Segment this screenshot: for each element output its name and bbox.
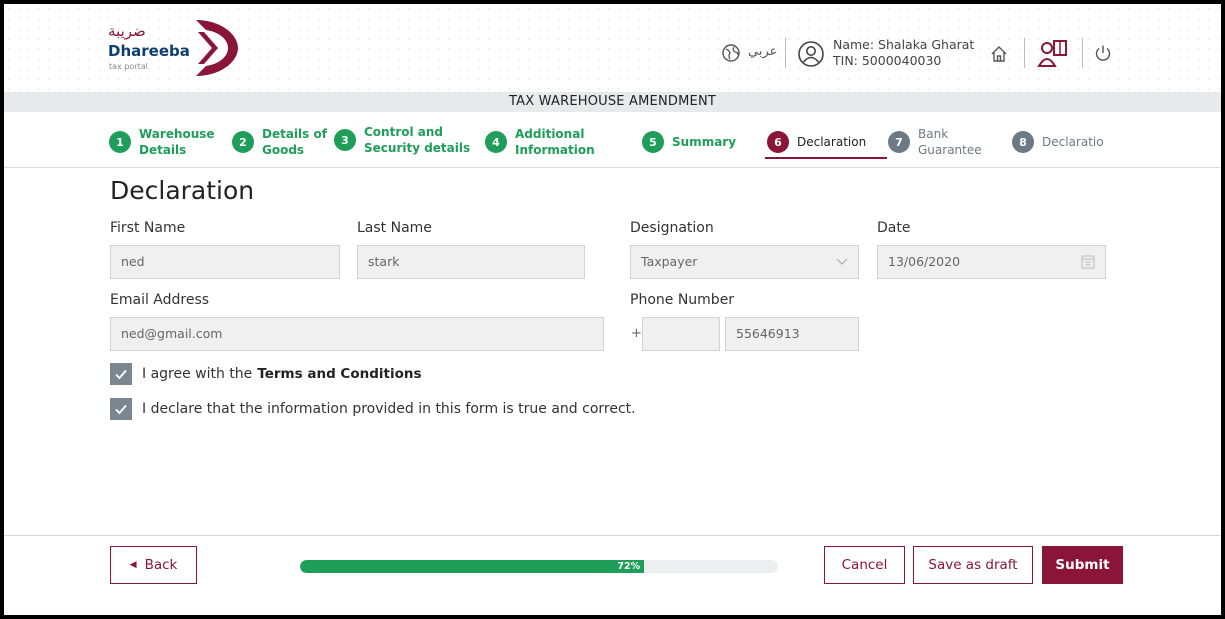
progress-fill: 72% [300, 560, 645, 573]
email-field[interactable]: ned@gmail.com [110, 317, 604, 351]
calendar-icon[interactable] [1081, 246, 1095, 290]
phone-number-field[interactable]: 55646913 [725, 317, 859, 351]
header: ضريبة Dhareeba tax portal عربي Name: Sha… [4, 4, 1221, 92]
chevron-down-icon [836, 246, 848, 290]
logo-mark-icon [196, 20, 238, 76]
step-declaration-active[interactable]: 6 Declaration [767, 122, 866, 162]
step-warehouse-details[interactable]: 1 Warehouse Details [109, 122, 215, 162]
last-name-label: Last Name [357, 220, 432, 236]
divider [1024, 38, 1025, 68]
step-label: Control and Security details [364, 125, 471, 155]
step-number: 2 [232, 131, 254, 153]
declaration-checkbox[interactable] [110, 398, 132, 420]
declaration-text: I declare that the information provided … [142, 401, 636, 417]
caret-left-icon: ◀ [129, 560, 137, 570]
step-label: Declaratio [1042, 135, 1104, 149]
designation-label: Designation [630, 220, 714, 236]
last-name-field[interactable]: stark [357, 245, 585, 279]
email-label: Email Address [110, 292, 210, 308]
save-draft-button[interactable]: Save as draft [913, 546, 1033, 584]
designation-value: Taxpayer [641, 254, 698, 269]
back-label: Back [144, 557, 178, 573]
progress-bar: 72% [300, 560, 778, 573]
logo-name: Dhareeba [108, 42, 190, 60]
step-declaration-final[interactable]: 8 Declaratio [1012, 122, 1104, 162]
phone-label: Phone Number [630, 292, 735, 308]
section-heading: Declaration [110, 176, 255, 205]
globe-icon[interactable] [720, 42, 742, 64]
back-button[interactable]: ◀ Back [110, 546, 197, 584]
step-number: 7 [888, 131, 910, 153]
divider [1082, 38, 1083, 68]
user-name: Name: Shalaka Gharat [833, 37, 975, 52]
cancel-button[interactable]: Cancel [824, 546, 905, 584]
step-label: Bank Guarantee [918, 127, 982, 157]
divider [785, 38, 786, 68]
step-number: 6 [767, 131, 789, 153]
power-icon[interactable] [1092, 42, 1114, 64]
user-avatar-icon[interactable] [797, 40, 825, 68]
language-toggle[interactable]: عربي [748, 44, 777, 59]
step-control-security[interactable]: 3 Control and Security details [334, 120, 470, 160]
designation-select[interactable]: Taxpayer [630, 245, 859, 279]
step-number: 4 [485, 131, 507, 153]
check-icon [115, 369, 127, 380]
phone-prefix: + [631, 326, 642, 341]
step-number: 8 [1012, 131, 1034, 153]
date-value: 13/06/2020 [888, 254, 961, 269]
step-number: 3 [334, 129, 356, 151]
step-number: 1 [109, 131, 131, 153]
active-step-underline [765, 157, 887, 159]
step-additional-information[interactable]: 4 Additional Information [485, 122, 595, 162]
stepper: 1 Warehouse Details 2 Details of Goods 3 C… [4, 112, 1221, 168]
step-summary[interactable]: 5 Summary [642, 122, 736, 162]
footer-divider [4, 535, 1221, 536]
date-field[interactable]: 13/06/2020 [877, 245, 1106, 279]
step-label: Additional Information [515, 127, 595, 157]
dhareeba-logo[interactable]: ضريبة Dhareeba tax portal [108, 20, 248, 84]
step-details-of-goods[interactable]: 2 Details of Goods [232, 122, 327, 162]
check-icon [115, 404, 127, 415]
page-title-band: TAX WAREHOUSE AMENDMENT [4, 92, 1221, 112]
logo-subtitle: tax portal [109, 62, 148, 71]
step-label: Warehouse Details [139, 127, 215, 157]
user-info: Name: Shalaka Gharat TIN: 5000040030 [833, 37, 974, 69]
terms-link[interactable]: Terms and Conditions [257, 366, 421, 382]
phone-country-code-field[interactable] [642, 317, 720, 351]
terms-checkbox-row: I agree with the Terms and Conditions [110, 363, 422, 385]
step-label: Declaration [797, 135, 867, 149]
step-number: 5 [642, 131, 664, 153]
book-user-icon[interactable] [1036, 37, 1070, 69]
progress-label: 72% [617, 561, 641, 572]
submit-button[interactable]: Submit [1042, 546, 1123, 584]
app-window: ضريبة Dhareeba tax portal عربي Name: Sha… [4, 4, 1221, 615]
step-label: Summary [672, 135, 737, 149]
terms-text: I agree with the [142, 366, 253, 382]
logo-arabic-text: ضريبة [108, 22, 146, 40]
date-label: Date [877, 220, 911, 236]
declaration-checkbox-row: I declare that the information provided … [110, 398, 636, 420]
step-label: Details of Goods [262, 127, 327, 157]
first-name-field[interactable]: ned [110, 245, 340, 279]
first-name-label: First Name [110, 220, 186, 236]
user-tin: TIN: 5000040030 [833, 53, 942, 68]
terms-checkbox[interactable] [110, 363, 132, 385]
home-icon[interactable] [987, 42, 1011, 66]
step-bank-guarantee[interactable]: 7 Bank Guarantee [888, 122, 982, 162]
